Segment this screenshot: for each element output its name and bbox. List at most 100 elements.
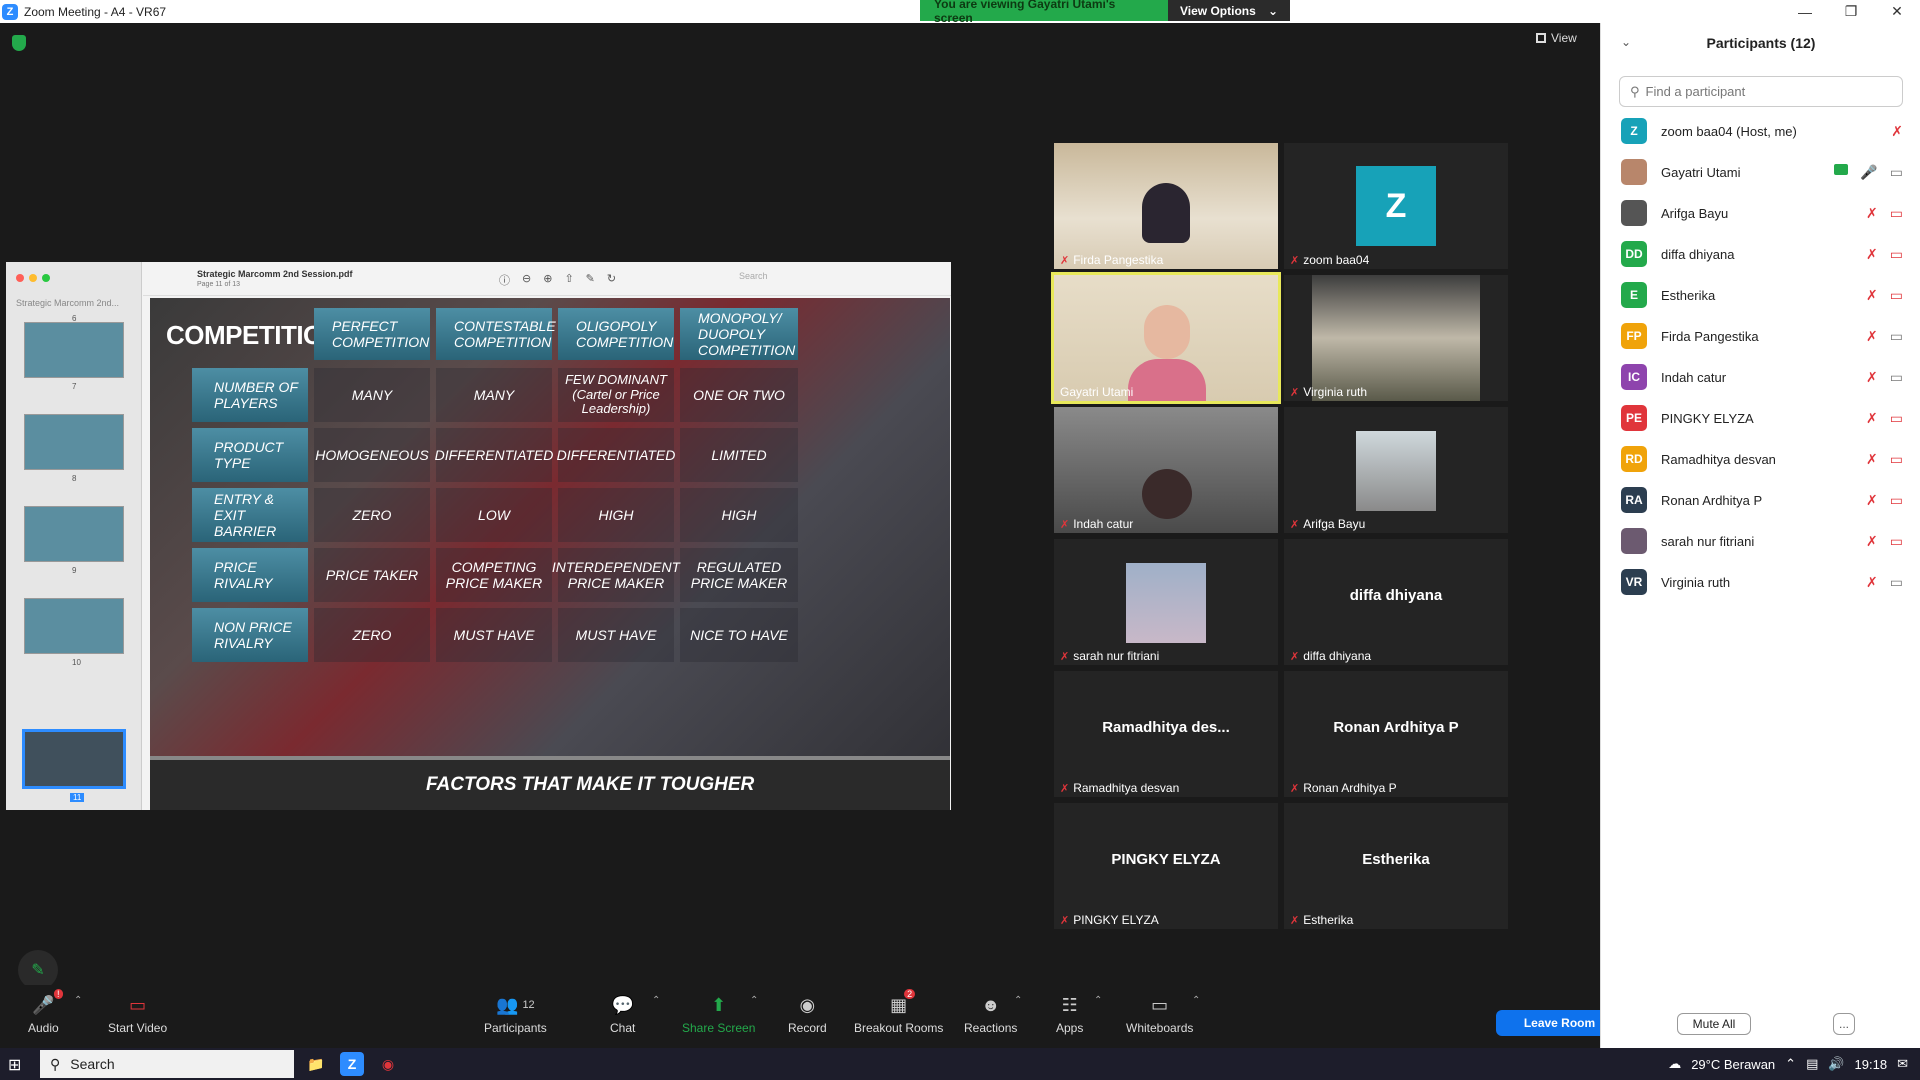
start-video-button[interactable]: ▭ Start Video bbox=[108, 993, 167, 1036]
participant-row[interactable]: RA Ronan Ardhitya P ✗ ▭ bbox=[1621, 485, 1911, 515]
video-off-icon: ▭ bbox=[1889, 245, 1903, 262]
annotate-pencil-icon[interactable]: ✎ bbox=[18, 950, 58, 990]
video-tile[interactable]: ✗ Firda Pangestika bbox=[1054, 143, 1278, 269]
video-tile[interactable]: Z ✗ zoom baa04 bbox=[1284, 143, 1508, 269]
table-cell: ZERO bbox=[314, 488, 430, 542]
view-button[interactable]: View bbox=[1536, 31, 1577, 45]
video-off-icon: ▭ bbox=[1889, 286, 1903, 303]
participants-panel: ⌄ Participants (12) ⚲ Find a participant… bbox=[1600, 23, 1920, 1048]
participant-row[interactable]: Z zoom baa04 (Host, me) ✗ bbox=[1621, 116, 1911, 146]
whiteboards-button[interactable]: ▭ Whiteboards bbox=[1126, 993, 1193, 1036]
row-header: ENTRY & EXIT BARRIER bbox=[192, 488, 308, 542]
windows-start-icon[interactable]: ⊞ bbox=[8, 1055, 21, 1075]
notification-icon[interactable]: ✉ bbox=[1897, 1056, 1908, 1072]
video-tile[interactable]: ✗ sarah nur fitriani bbox=[1054, 539, 1278, 665]
thumb-number-selected: 11 bbox=[70, 793, 85, 802]
breakout-label: Breakout Rooms bbox=[854, 1021, 944, 1035]
view-options-button[interactable]: View Options ⌄ bbox=[1168, 0, 1290, 21]
video-tile[interactable]: diffa dhiyana ✗ diffa dhiyana bbox=[1284, 539, 1508, 665]
video-tile[interactable]: ✗ Arifga Bayu bbox=[1284, 407, 1508, 533]
participant-row[interactable]: RD Ramadhitya desvan ✗ ▭ bbox=[1621, 444, 1911, 474]
col-header: MONOPOLY/ DUOPOLY COMPETITION bbox=[680, 308, 798, 360]
avatar: Z bbox=[1621, 118, 1647, 144]
breakout-rooms-button[interactable]: ▦ 2 Breakout Rooms bbox=[854, 989, 944, 1035]
mute-all-button[interactable]: Mute All bbox=[1677, 1013, 1751, 1035]
network-icon[interactable]: ▤ bbox=[1806, 1056, 1818, 1072]
avatar: Z bbox=[1356, 166, 1436, 246]
chrome-icon[interactable]: ◉ bbox=[376, 1052, 400, 1076]
mac-zoom-dot bbox=[42, 274, 50, 282]
volume-icon[interactable]: 🔊 bbox=[1828, 1056, 1844, 1072]
participant-face bbox=[1144, 305, 1190, 359]
avatar: RA bbox=[1621, 487, 1647, 513]
video-tile-active-speaker[interactable]: Gayatri Utami bbox=[1051, 272, 1281, 404]
taskbar-search[interactable]: ⚲ Search bbox=[40, 1050, 294, 1078]
mic-icon: 🎤 bbox=[1860, 163, 1878, 180]
shared-screen[interactable]: Strategic Marcomm 2nd... 6 7 8 9 10 11 S… bbox=[6, 262, 951, 810]
tile-display-name: diffa dhiyana bbox=[1349, 587, 1443, 604]
muted-mic-icon: ✗ bbox=[1290, 782, 1300, 795]
participant-name: Ramadhitya desvan bbox=[1661, 451, 1776, 467]
participant-row[interactable]: PE PINGKY ELYZA ✗ ▭ bbox=[1621, 403, 1911, 433]
participant-row[interactable]: IC Indah catur ✗ ▭ bbox=[1621, 362, 1911, 392]
reactions-icon: ☻ bbox=[981, 994, 1001, 1015]
screen-share-icon bbox=[1834, 163, 1849, 175]
participant-row[interactable]: DD diffa dhiyana ✗ ▭ bbox=[1621, 239, 1911, 269]
reactions-caret-icon[interactable]: ⌃ bbox=[1014, 995, 1022, 1006]
audio-caret-icon[interactable]: ⌃ bbox=[74, 995, 82, 1006]
apps-button[interactable]: ☷ Apps bbox=[1056, 993, 1083, 1036]
video-tile[interactable]: ✗ Virginia ruth bbox=[1284, 275, 1508, 401]
muted-mic-icon: ✗ bbox=[1290, 650, 1300, 663]
video-tile[interactable]: Estherika ✗ Estherika bbox=[1284, 803, 1508, 929]
pdf-tool-icons: ⓘ ⊖ ⊕ ⇧ ✎ ↻ bbox=[499, 272, 616, 288]
avatar bbox=[1621, 528, 1647, 554]
participant-row[interactable]: E Estherika ✗ ▭ bbox=[1621, 280, 1911, 310]
participant-row[interactable]: sarah nur fitriani ✗ ▭ bbox=[1621, 526, 1911, 556]
apps-caret-icon[interactable]: ⌃ bbox=[1094, 995, 1102, 1006]
table-cell: HOMOGENEOUS bbox=[314, 428, 430, 482]
chat-button[interactable]: 💬 Chat bbox=[610, 993, 635, 1036]
record-button[interactable]: ◉ Record bbox=[788, 993, 827, 1036]
more-options-button[interactable]: ... bbox=[1833, 1013, 1855, 1035]
participant-figure bbox=[1142, 469, 1192, 519]
view-options-label: View Options bbox=[1180, 3, 1256, 18]
participants-button[interactable]: 👥 12 Participants bbox=[484, 993, 547, 1036]
participant-name: Virginia ruth bbox=[1661, 574, 1731, 590]
find-participant-input[interactable]: ⚲ Find a participant bbox=[1619, 76, 1903, 107]
video-tile[interactable]: Ronan Ardhitya P ✗ Ronan Ardhitya P bbox=[1284, 671, 1508, 797]
chat-caret-icon[interactable]: ⌃ bbox=[652, 995, 660, 1006]
zoom-in-icon: ⊕ bbox=[543, 273, 553, 285]
restore-button[interactable]: ❐ bbox=[1828, 0, 1874, 23]
participant-row[interactable]: Arifga Bayu ✗ ▭ bbox=[1621, 198, 1911, 228]
tile-name: ✗ zoom baa04 bbox=[1290, 253, 1369, 267]
tray-chevron-icon[interactable]: ⌃ bbox=[1785, 1056, 1796, 1072]
table-cell: REGULATED PRICE MAKER bbox=[680, 548, 798, 602]
audio-button[interactable]: 🎤! Audio bbox=[28, 989, 63, 1035]
participant-name: Ronan Ardhitya P bbox=[1661, 492, 1763, 508]
avatar: VR bbox=[1621, 569, 1647, 595]
window-controls: — ❐ ✕ bbox=[1782, 0, 1920, 23]
share-screen-button[interactable]: ⬆ Share Screen bbox=[682, 993, 755, 1036]
share-caret-icon[interactable]: ⌃ bbox=[750, 995, 758, 1006]
close-button[interactable]: ✕ bbox=[1874, 0, 1920, 23]
file-explorer-icon[interactable]: 📁 bbox=[304, 1052, 328, 1076]
video-tile[interactable]: PINGKY ELYZA ✗ PINGKY ELYZA bbox=[1054, 803, 1278, 929]
security-shield-icon[interactable] bbox=[12, 35, 26, 51]
participant-row[interactable]: Gayatri Utami 🎤 ▭ bbox=[1621, 157, 1911, 187]
whiteboards-caret-icon[interactable]: ⌃ bbox=[1192, 995, 1200, 1006]
participant-row[interactable]: VR Virginia ruth ✗ ▭ bbox=[1621, 567, 1911, 597]
reactions-button[interactable]: ☻ Reactions bbox=[964, 993, 1017, 1036]
tile-name-text: Firda Pangestika bbox=[1073, 253, 1164, 267]
zoom-taskbar-icon[interactable]: Z bbox=[340, 1052, 364, 1076]
tile-display-name: Ronan Ardhitya P bbox=[1333, 719, 1459, 736]
avatar: FP bbox=[1621, 323, 1647, 349]
muted-mic-icon: ✗ bbox=[1290, 254, 1300, 267]
video-tile[interactable]: ✗ Indah catur bbox=[1054, 407, 1278, 533]
minimize-button[interactable]: — bbox=[1782, 0, 1828, 23]
zoom-out-icon: ⊖ bbox=[522, 273, 532, 285]
participant-row[interactable]: FP Firda Pangestika ✗ ▭ bbox=[1621, 321, 1911, 351]
video-tile[interactable]: Ramadhitya des... ✗ Ramadhitya desvan bbox=[1054, 671, 1278, 797]
windows-taskbar: ⊞ ⚲ Search 📁 Z ◉ ☁ 29°C Berawan ⌃ ▤ 🔊 19… bbox=[0, 1048, 1920, 1080]
thumb-number: 8 bbox=[72, 474, 77, 483]
clock[interactable]: 19:18 bbox=[1855, 1057, 1888, 1072]
